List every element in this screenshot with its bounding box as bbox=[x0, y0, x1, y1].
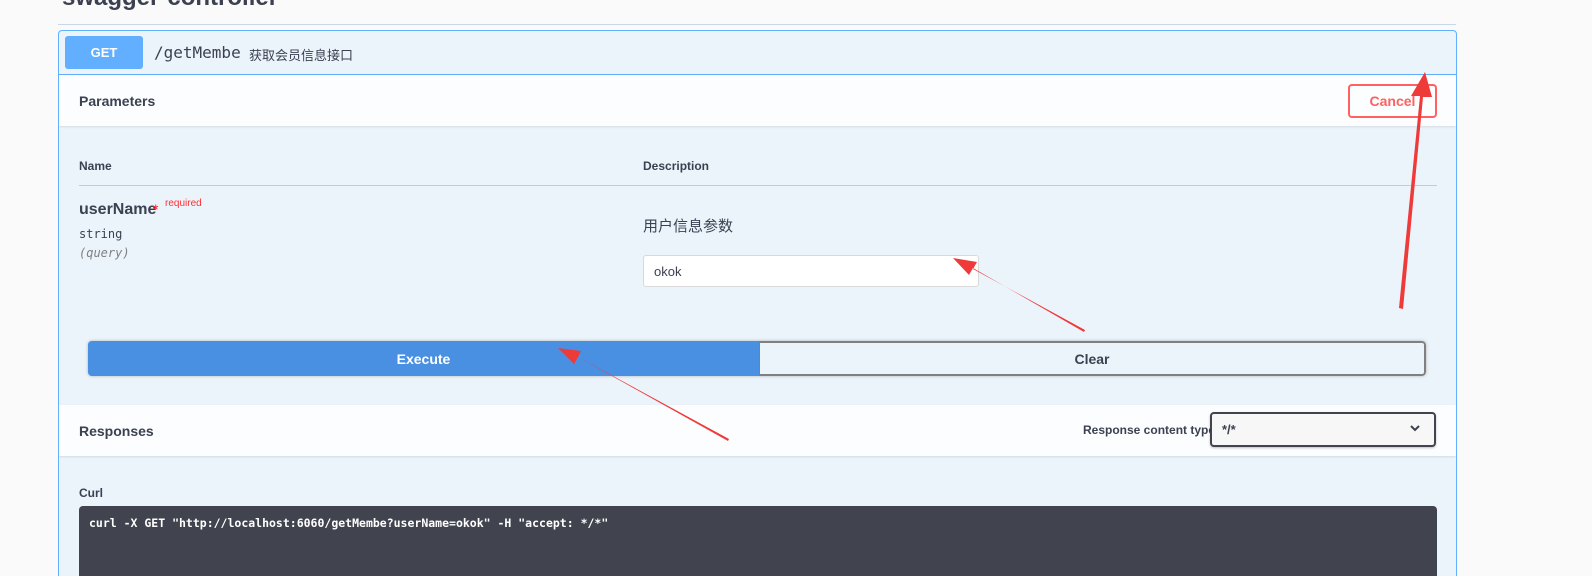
controller-title[interactable]: swagger-controller bbox=[62, 0, 278, 12]
cancel-button[interactable]: Cancel bbox=[1348, 84, 1437, 118]
parameters-title: Parameters bbox=[79, 93, 156, 109]
param-type: string bbox=[79, 227, 123, 241]
execute-wrapper: Execute Clear bbox=[88, 341, 1426, 376]
response-content-type-label: Response content type bbox=[1083, 423, 1216, 437]
username-input[interactable] bbox=[643, 255, 979, 287]
responses-title: Responses bbox=[79, 423, 154, 439]
operation-block: GET /getMembe 获取会员信息接口 Parameters Cancel… bbox=[58, 30, 1457, 576]
controller-divider bbox=[58, 24, 1456, 25]
parameters-header: Parameters Cancel bbox=[59, 75, 1456, 126]
param-location: (query) bbox=[79, 246, 130, 260]
column-header-name: Name bbox=[79, 159, 112, 173]
param-name: userName bbox=[79, 201, 157, 218]
operation-summary[interactable]: GET /getMembe 获取会员信息接口 bbox=[59, 31, 1456, 75]
curl-command: curl -X GET "http://localhost:6060/getMe… bbox=[89, 516, 609, 530]
column-header-description: Description bbox=[643, 159, 710, 173]
response-content-type-select[interactable]: */* bbox=[1210, 412, 1436, 447]
operation-path: /getMembe bbox=[154, 43, 241, 62]
curl-command-box[interactable]: curl -X GET "http://localhost:6060/getMe… bbox=[79, 506, 1437, 576]
chevron-down-icon bbox=[1408, 421, 1422, 440]
response-content-type-value: */* bbox=[1222, 422, 1236, 437]
operation-description: 获取会员信息接口 bbox=[249, 48, 354, 63]
clear-button[interactable]: Clear bbox=[759, 341, 1426, 376]
curl-label: Curl bbox=[79, 486, 103, 500]
param-description: 用户信息参数 bbox=[643, 218, 734, 235]
execute-button[interactable]: Execute bbox=[88, 341, 759, 376]
responses-header: Responses Response content type */* bbox=[59, 405, 1456, 456]
parameters-table-divider bbox=[79, 185, 1437, 186]
param-required-label: required bbox=[165, 198, 202, 209]
param-required-star: * bbox=[153, 201, 159, 217]
method-badge: GET bbox=[65, 36, 143, 69]
